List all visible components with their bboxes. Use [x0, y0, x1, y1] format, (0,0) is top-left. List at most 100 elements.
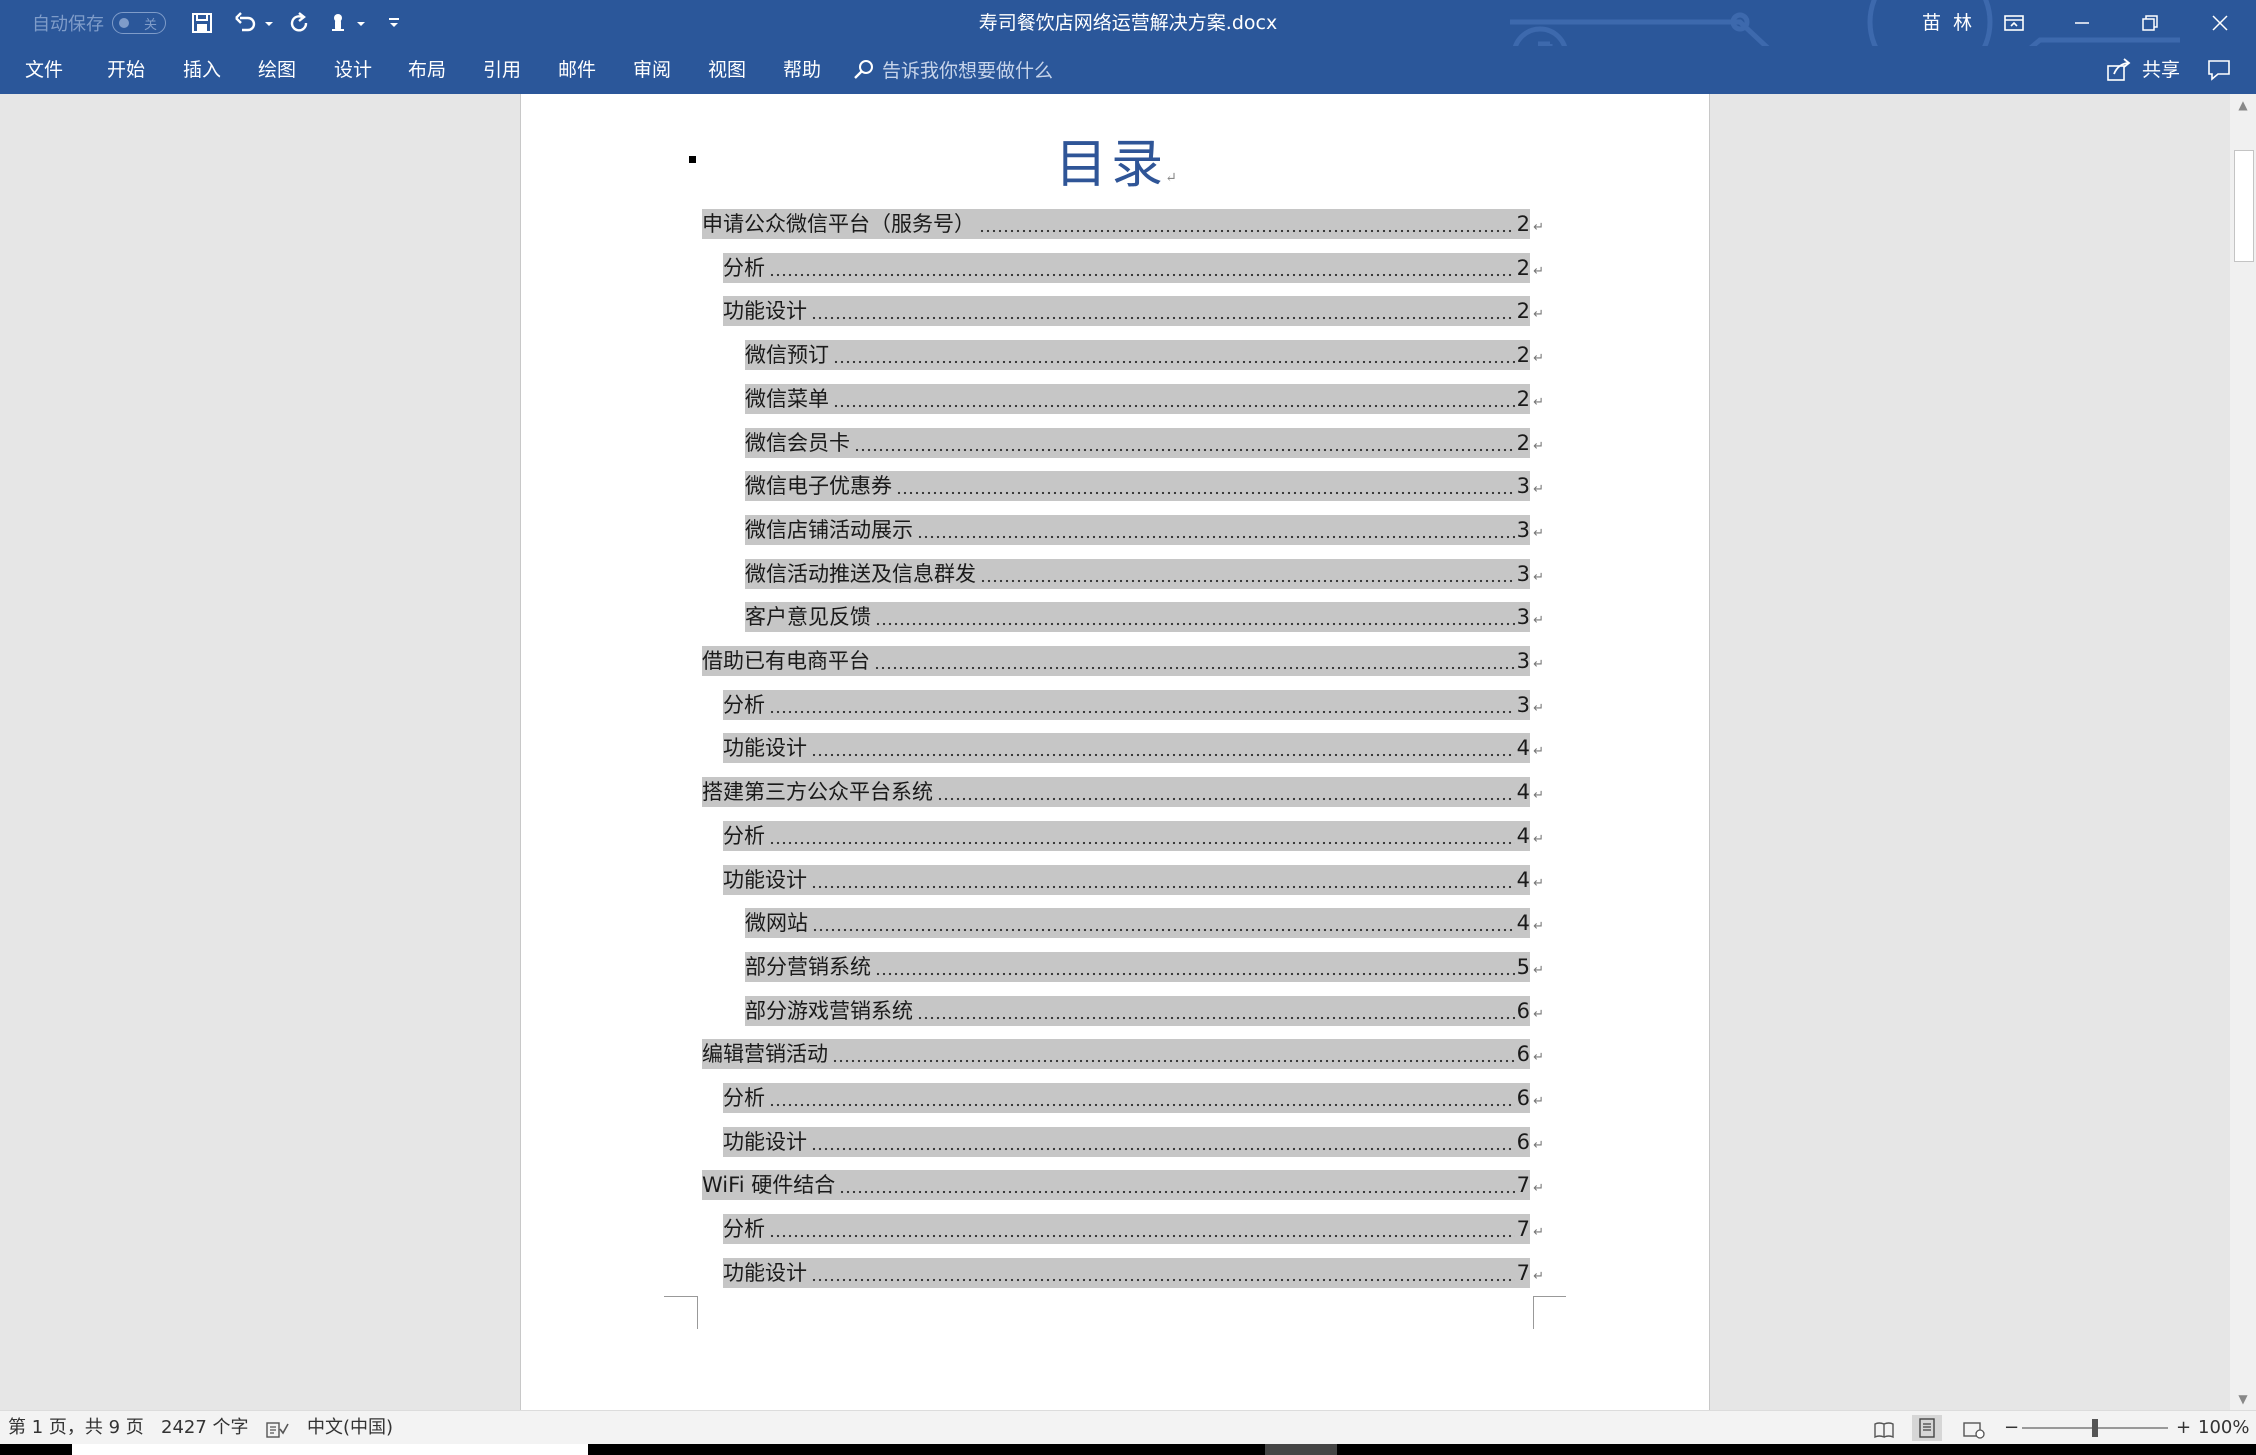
toc-entry[interactable]: WiFi 硬件结合 7 ↵ — [702, 1170, 1544, 1200]
toc-entry-page: 6 — [1516, 1042, 1530, 1066]
zoom-out-icon[interactable]: − — [2004, 1411, 2019, 1445]
scroll-thumb[interactable] — [2234, 150, 2254, 262]
paragraph-mark-icon: ↵ — [1533, 832, 1544, 847]
search-icon[interactable] — [852, 58, 876, 86]
toc-entry[interactable]: 搭建第三方公众平台系统 4 ↵ — [702, 777, 1544, 807]
tab-references[interactable]: 引用 — [483, 46, 521, 94]
undo-icon[interactable] — [232, 10, 258, 36]
toc-dot-leader — [811, 865, 1515, 895]
paragraph-mark-icon: ↵ — [1533, 1225, 1544, 1240]
toc-title: 目录↵ — [521, 122, 1711, 197]
toc-entry[interactable]: 微信会员卡 2 ↵ — [745, 428, 1544, 458]
paragraph-mark-icon: ↵ — [1533, 876, 1544, 891]
toc-dot-leader — [875, 602, 1515, 632]
restore-icon[interactable] — [2116, 0, 2184, 46]
paragraph-mark-icon: ↵ — [1533, 657, 1544, 672]
redo-icon[interactable] — [286, 10, 312, 36]
toc-entry-title: 微信活动推送及信息群发 — [745, 562, 976, 586]
word-count[interactable]: 2427 个字 — [161, 1411, 249, 1445]
toc-entry-title: 搭建第三方公众平台系统 — [702, 780, 933, 804]
toc-entry[interactable]: 微网站 4 ↵ — [745, 908, 1544, 938]
undo-dropdown-icon[interactable] — [262, 10, 276, 36]
tab-design[interactable]: 设计 — [334, 46, 372, 94]
toc-entry[interactable]: 功能设计 6 ↵ — [723, 1127, 1544, 1157]
tab-home[interactable]: 开始 — [107, 46, 145, 94]
zoom-slider-thumb[interactable] — [2092, 1419, 2098, 1437]
zoom-in-icon[interactable]: + — [2176, 1411, 2191, 1445]
autosave-toggle[interactable]: 关 — [112, 12, 166, 34]
toc-entry[interactable]: 编辑营销活动 6 ↵ — [702, 1039, 1544, 1069]
toc-entry[interactable]: 微信电子优惠券 3 ↵ — [745, 471, 1544, 501]
zoom-slider[interactable] — [2022, 1419, 2168, 1437]
paragraph-mark-icon: ↵ — [1533, 439, 1544, 454]
user-name[interactable]: 苗 林 — [1922, 0, 1975, 46]
paragraph-mark-icon: ↵ — [1533, 1050, 1544, 1065]
page-count[interactable]: 第 1 页，共 9 页 — [8, 1411, 144, 1445]
toc-entry[interactable]: 微信菜单 2 ↵ — [745, 384, 1544, 414]
tab-mailings[interactable]: 邮件 — [558, 46, 596, 94]
paragraph-mark-icon: ↵ — [1165, 170, 1177, 186]
language-indicator[interactable]: 中文(中国) — [307, 1411, 393, 1445]
tab-review[interactable]: 审阅 — [633, 46, 671, 94]
document-canvas[interactable]: 目录↵ 申请公众微信平台（服务号） 2 ↵ 分析 2 ↵ 功能设计 2 ↵ 微信预订 2 ↵ 微信菜单 2… — [0, 94, 2230, 1410]
touch-mode-icon[interactable] — [326, 10, 352, 36]
toc-entry[interactable]: 分析 7 ↵ — [723, 1214, 1544, 1244]
toc-entry[interactable]: 借助已有电商平台 3 ↵ — [702, 646, 1544, 676]
paragraph-mark-icon: ↵ — [1533, 1094, 1544, 1109]
toc-entry-title: 部分游戏营销系统 — [745, 999, 913, 1023]
toc-entry[interactable]: 微信预订 2 ↵ — [745, 340, 1544, 370]
toc-entry-page: 6 — [1516, 1086, 1530, 1110]
vertical-scrollbar[interactable]: ▲ ▼ — [2230, 94, 2256, 1410]
comments-icon[interactable] — [2206, 58, 2232, 86]
toc-entry[interactable]: 申请公众微信平台（服务号） 2 ↵ — [702, 209, 1544, 239]
toc-entry[interactable]: 分析 4 ↵ — [723, 821, 1544, 851]
paragraph-mark-icon: ↵ — [1533, 395, 1544, 410]
toc-entry[interactable]: 功能设计 7 ↵ — [723, 1258, 1544, 1288]
toc-entry[interactable]: 分析 2 ↵ — [723, 253, 1544, 283]
toc-entry[interactable]: 部分营销系统 5 ↵ — [745, 952, 1544, 982]
toc-entry[interactable]: 功能设计 4 ↵ — [723, 733, 1544, 763]
ribbon-display-icon[interactable] — [1980, 0, 2048, 46]
toc-entry[interactable]: 客户意见反馈 3 ↵ — [745, 602, 1544, 632]
toc-entry[interactable]: 分析 3 ↵ — [723, 690, 1544, 720]
toc-entry[interactable]: 功能设计 4 ↵ — [723, 865, 1544, 895]
toc-entry-title: 微信店铺活动展示 — [745, 518, 913, 542]
toc-dot-leader — [769, 690, 1515, 720]
print-layout-icon[interactable] — [1912, 1415, 1942, 1441]
save-icon[interactable] — [189, 10, 215, 36]
toc-entry[interactable]: 分析 6 ↵ — [723, 1083, 1544, 1113]
customize-icon[interactable] — [384, 10, 404, 36]
toc-entry-title: 借助已有电商平台 — [702, 649, 870, 673]
toc-dot-leader — [832, 1039, 1515, 1069]
toc-entry[interactable]: 微信活动推送及信息群发 3 ↵ — [745, 559, 1544, 589]
share-button[interactable]: 共享 — [2142, 46, 2180, 94]
title-bar: 自动保存 关 寿司餐饮店网络运营解决方案.docx 苗 林 — [0, 0, 2256, 92]
status-bar: 第 1 页，共 9 页 2427 个字 中文(中国) − + 100% — [0, 1410, 2256, 1445]
toc-entry-page: 3 — [1516, 605, 1530, 629]
zoom-level[interactable]: 100% — [2198, 1411, 2249, 1445]
toc-entry[interactable]: 功能设计 2 ↵ — [723, 296, 1544, 326]
toc-entry-page: 4 — [1516, 824, 1530, 848]
paragraph-mark-icon: ↵ — [1533, 613, 1544, 628]
tab-draw[interactable]: 绘图 — [258, 46, 296, 94]
tell-me-input[interactable]: 告诉我你想要做什么 — [882, 46, 1053, 96]
share-icon[interactable] — [2106, 58, 2132, 86]
tab-insert[interactable]: 插入 — [183, 46, 221, 94]
scroll-up-icon[interactable]: ▲ — [2230, 94, 2256, 116]
tab-layout[interactable]: 布局 — [408, 46, 446, 94]
minimize-icon[interactable] — [2048, 0, 2116, 46]
scroll-down-icon[interactable]: ▼ — [2230, 1388, 2256, 1410]
tab-help[interactable]: 帮助 — [783, 46, 821, 94]
taskbar-strip — [0, 1444, 2256, 1455]
toc-entry-title: 分析 — [723, 256, 765, 280]
toc-entry[interactable]: 部分游戏营销系统 6 ↵ — [745, 996, 1544, 1026]
toc-dot-leader — [917, 996, 1515, 1026]
paragraph-mark-icon: ↵ — [1533, 1007, 1544, 1022]
touch-dropdown-icon[interactable] — [354, 10, 368, 36]
tab-view[interactable]: 视图 — [708, 46, 746, 94]
tab-file[interactable]: 文件 — [25, 46, 63, 94]
document-page[interactable]: 目录↵ 申请公众微信平台（服务号） 2 ↵ 分析 2 ↵ 功能设计 2 ↵ 微信预订 2 ↵ 微信菜单 2… — [520, 94, 1710, 1410]
paragraph-mark-icon: ↵ — [1533, 919, 1544, 934]
toc-entry[interactable]: 微信店铺活动展示 3 ↵ — [745, 515, 1544, 545]
close-icon[interactable] — [2186, 0, 2254, 46]
